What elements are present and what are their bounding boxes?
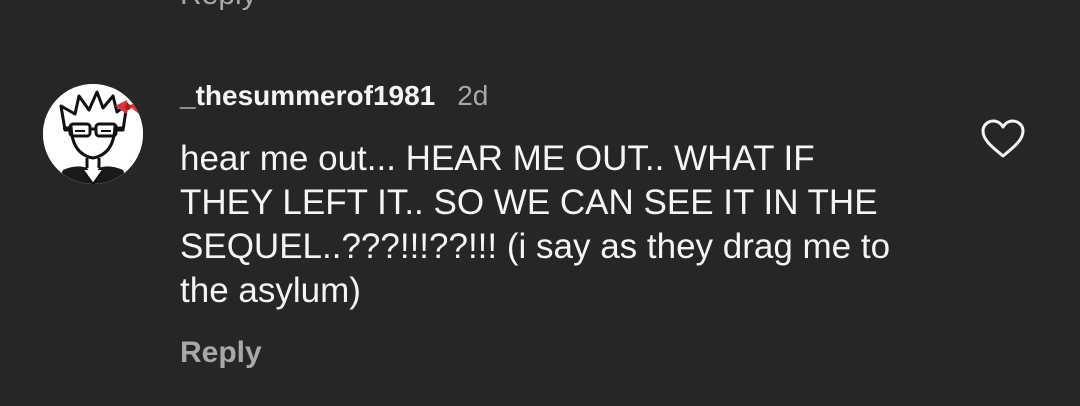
heart-outline-icon xyxy=(981,119,1025,158)
like-button[interactable] xyxy=(980,118,1026,160)
avatar-illustration xyxy=(43,84,143,184)
previous-reply-button[interactable]: Reply xyxy=(180,0,257,12)
comment-text: hear me out... HEAR ME OUT.. WHAT IF THE… xyxy=(180,139,891,310)
comment-meta: _thesummerof1981 2d xyxy=(180,80,960,116)
comment-body: _thesummerof1981 2d hear me out... HEAR … xyxy=(180,80,960,313)
avatar[interactable] xyxy=(43,84,143,184)
username[interactable]: _thesummerof1981 xyxy=(180,80,435,112)
reply-button[interactable]: Reply xyxy=(180,336,262,370)
timestamp: 2d xyxy=(457,80,489,111)
comment-thread: Reply _t xyxy=(0,0,1080,406)
